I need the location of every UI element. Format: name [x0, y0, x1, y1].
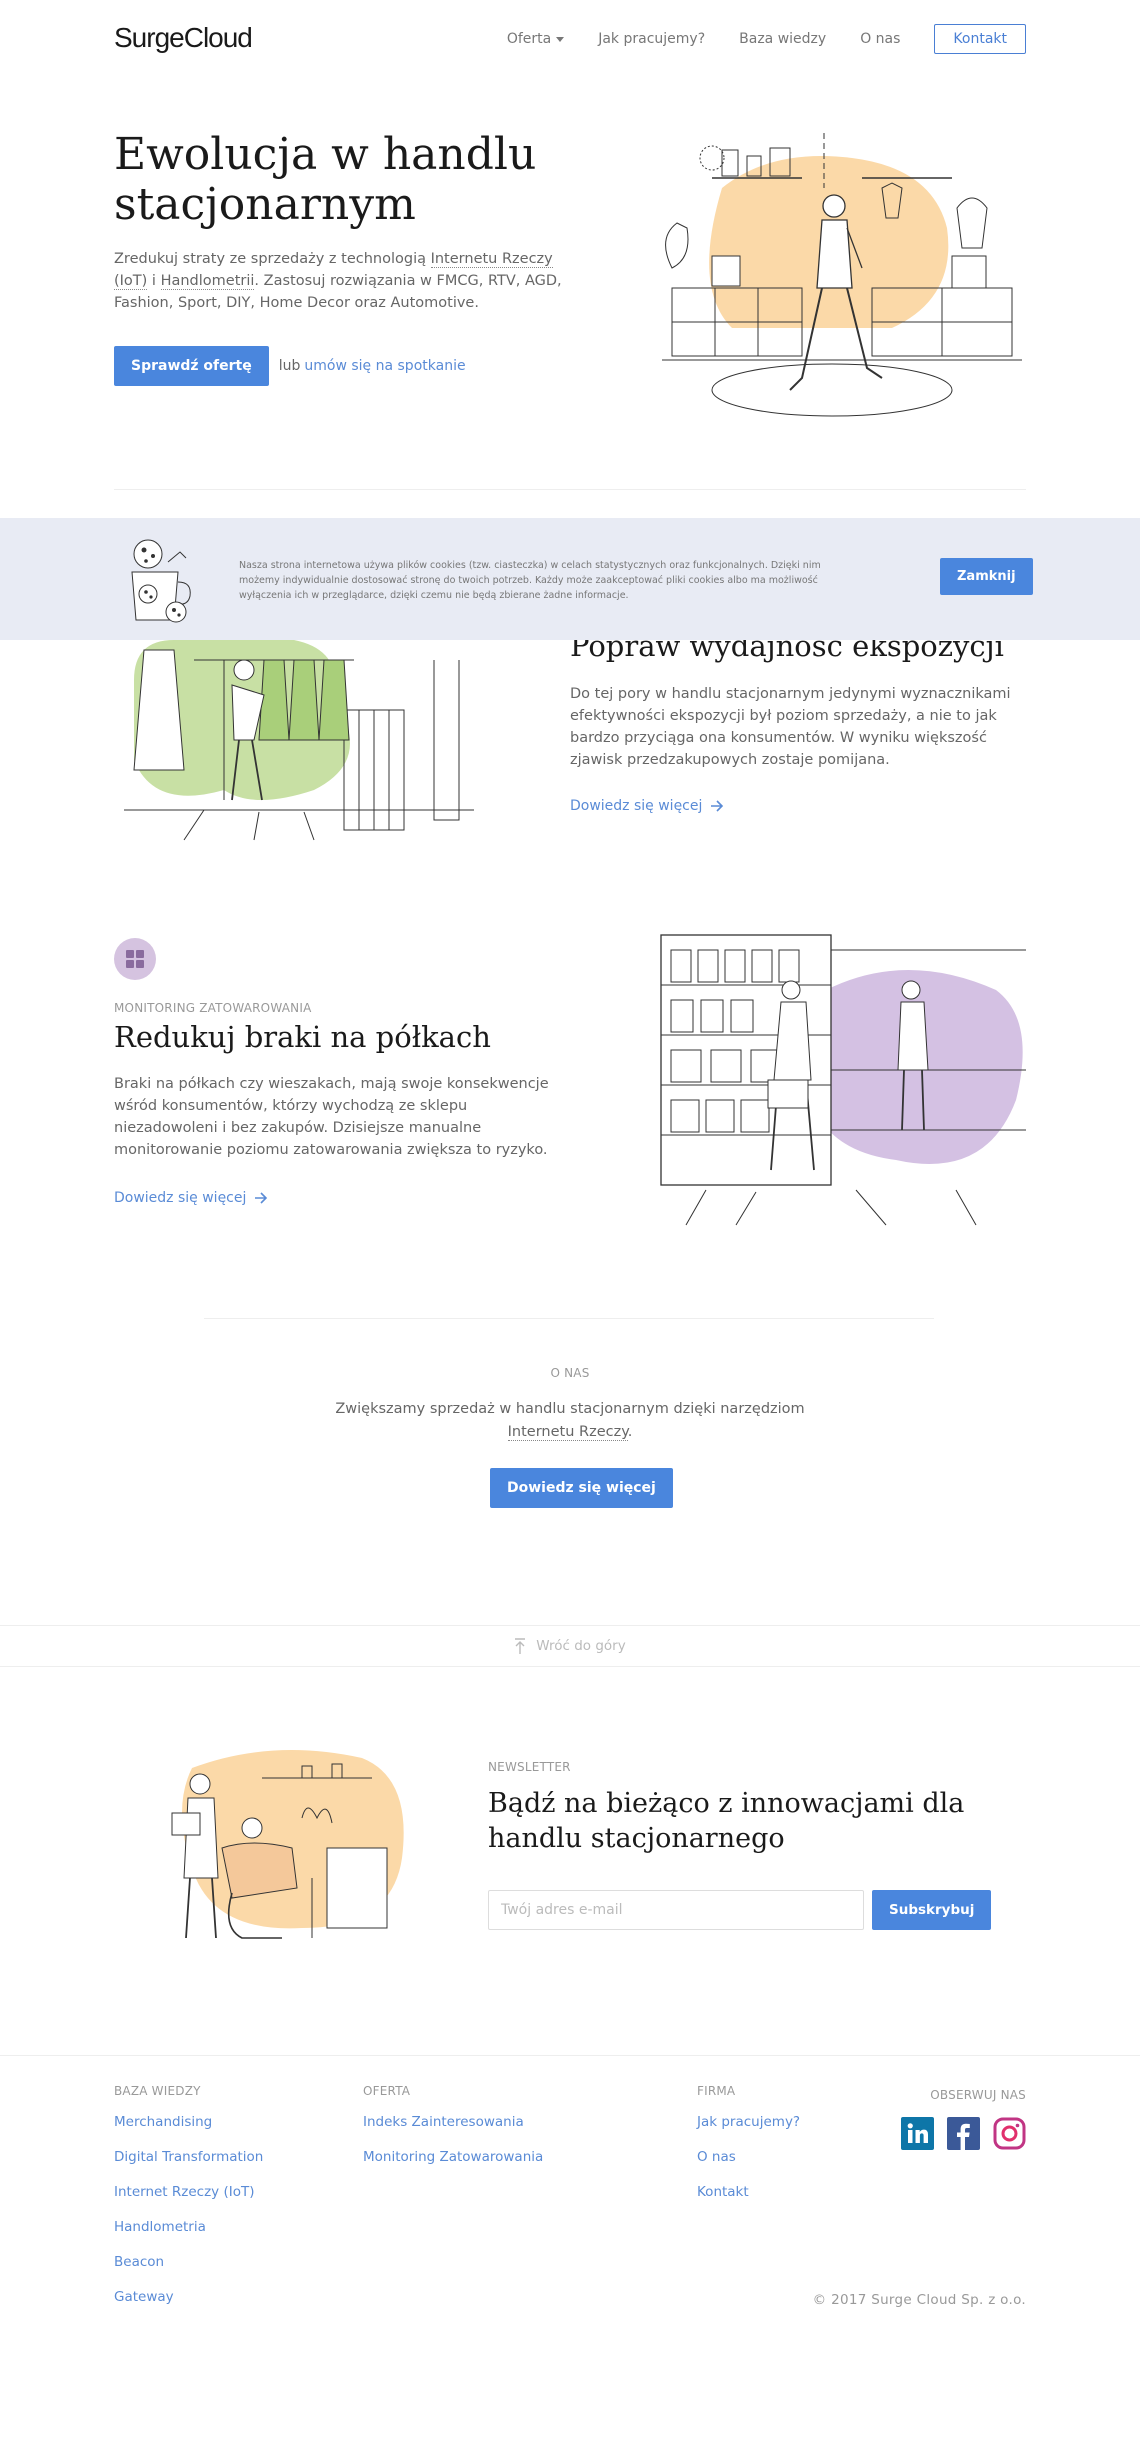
- cookie-close-button[interactable]: Zamknij: [940, 558, 1033, 595]
- hero-text: Zredukuj straty ze sprzedaży z technolog…: [114, 248, 574, 314]
- about-eyebrow: O NAS: [550, 1366, 590, 1380]
- newsletter-title: Bądź na bieżąco z innowacjami dla handlu…: [488, 1788, 965, 1854]
- nav-item-o-nas[interactable]: O nas: [860, 31, 900, 47]
- back-to-top-label: Wróć do góry: [536, 1638, 626, 1654]
- footer-social: OBSERWUJ NAS: [901, 2084, 1026, 2150]
- back-to-top[interactable]: Wróć do góry: [0, 1625, 1140, 1667]
- hero-text-part: Zredukuj straty ze sprzedaży z technolog…: [114, 251, 431, 267]
- hero-title: Ewolucja w handlu stacjonarnym: [114, 129, 537, 230]
- footer-col-title: OFERTA: [363, 2084, 411, 2098]
- newsletter-eyebrow: NEWSLETTER: [488, 1760, 571, 1774]
- arrow-right-icon: [711, 800, 724, 812]
- footer-link[interactable]: Monitoring Zatowarowania: [363, 2147, 543, 2182]
- footer-col-title: FIRMA: [697, 2084, 736, 2098]
- grid-badge-icon: [114, 938, 156, 980]
- store-walker-illustration: [662, 133, 1022, 417]
- contact-button[interactable]: Kontakt: [934, 24, 1026, 54]
- nav-item-oferta-label: Oferta: [506, 31, 552, 47]
- cookie-jar-icon: [131, 539, 191, 623]
- footer-col-knowledge: BAZA WIEDZY Merchandising Digital Transf…: [114, 2084, 263, 2322]
- section2-eyebrow: MONITORING ZATOWAROWANIA: [114, 1001, 312, 1015]
- footer-col-company: FIRMA Jak pracujemy? O nas Kontakt: [697, 2084, 800, 2217]
- check-offer-button[interactable]: Sprawdź ofertę: [114, 346, 269, 386]
- footer-link[interactable]: Digital Transformation: [114, 2147, 263, 2182]
- cookie-banner: Nasza strona internetowa używa plików co…: [0, 518, 1140, 640]
- footer-link[interactable]: O nas: [697, 2147, 800, 2182]
- footer-link[interactable]: Beacon: [114, 2252, 263, 2287]
- nav-item-jak-pracujemy[interactable]: Jak pracujemy?: [598, 31, 705, 47]
- nav-links: Oferta Jak pracujemy? Baza wiedzy O nas …: [507, 24, 1026, 54]
- instagram-icon[interactable]: [993, 2117, 1026, 2150]
- footer-link[interactable]: Merchandising: [114, 2112, 263, 2147]
- social-icons: [901, 2117, 1026, 2150]
- footer-link[interactable]: Internet Rzeczy (IoT): [114, 2182, 263, 2217]
- footer-link[interactable]: Handlometria: [114, 2217, 263, 2252]
- section2-more-link[interactable]: Dowiedz się więcej: [114, 1190, 268, 1206]
- or-label: lub: [278, 358, 301, 374]
- nav-item-oferta[interactable]: Oferta: [506, 31, 565, 47]
- section2-title: Redukuj braki na półkach: [114, 1020, 491, 1054]
- section-divider: [114, 489, 1026, 490]
- section2-text: Braki na półkach czy wieszakach, mają sw…: [114, 1076, 549, 1158]
- facebook-icon[interactable]: [947, 2117, 980, 2150]
- footer-link[interactable]: Kontakt: [697, 2182, 800, 2217]
- section-divider: [204, 1318, 934, 1319]
- newsletter-readers-illustration: [171, 1750, 404, 1939]
- top-nav: SurgeCloud Oferta Jak pracujemy? Baza wi…: [0, 0, 1140, 80]
- footer-link[interactable]: Jak pracujemy?: [697, 2112, 800, 2147]
- handlometria-link[interactable]: Handlometrii: [160, 273, 255, 290]
- section1-more-label: Dowiedz się więcej: [570, 798, 703, 814]
- footer-divider: [0, 2055, 1140, 2056]
- meeting-link[interactable]: umów się na spotkanie: [304, 358, 465, 374]
- section2-more-label: Dowiedz się więcej: [114, 1190, 247, 1206]
- nav-item-baza-wiedzy[interactable]: Baza wiedzy: [739, 31, 826, 47]
- arrow-up-icon: [515, 1638, 526, 1654]
- about-iot-link[interactable]: Internetu Rzeczy: [507, 1424, 628, 1441]
- caret-down-icon: [556, 36, 565, 42]
- linkedin-icon[interactable]: [901, 2117, 934, 2150]
- email-field[interactable]: [488, 1890, 864, 1930]
- section1-text: Do tej pory w handlu stacjonarnym jedyny…: [570, 686, 1011, 768]
- about-more-button[interactable]: Dowiedz się więcej: [490, 1468, 673, 1508]
- social-title: OBSERWUJ NAS: [930, 2088, 1026, 2102]
- shelf-shoppers-illustration: [660, 934, 1026, 1226]
- fashion-shopper-illustration: [124, 640, 474, 841]
- copyright: © 2017 Surge Cloud Sp. z o.o.: [812, 2292, 1026, 2308]
- cookie-text: Nasza strona internetowa używa plików co…: [239, 560, 821, 601]
- hero-text-part: i: [147, 273, 161, 289]
- section1-more-link[interactable]: Dowiedz się więcej: [570, 798, 724, 814]
- footer-col-offer: OFERTA Indeks Zainteresowania Monitoring…: [363, 2084, 543, 2182]
- subscribe-button[interactable]: Subskrybuj: [872, 1890, 992, 1930]
- about-text-part: .: [627, 1424, 633, 1440]
- arrow-right-icon: [255, 1192, 268, 1204]
- footer-link[interactable]: Gateway: [114, 2287, 263, 2322]
- footer-col-title: BAZA WIEDZY: [114, 2084, 201, 2098]
- logo[interactable]: SurgeCloud: [114, 22, 253, 54]
- grid-icon: [126, 950, 144, 968]
- about-text-part: Zwiększamy sprzedaż w handlu stacjonarny…: [335, 1401, 805, 1417]
- about-text: Zwiększamy sprzedaż w handlu stacjonarny…: [300, 1398, 840, 1444]
- footer-link[interactable]: Indeks Zainteresowania: [363, 2112, 543, 2147]
- hero-cta: Sprawdź ofertę lub umów się na spotkanie: [114, 346, 466, 386]
